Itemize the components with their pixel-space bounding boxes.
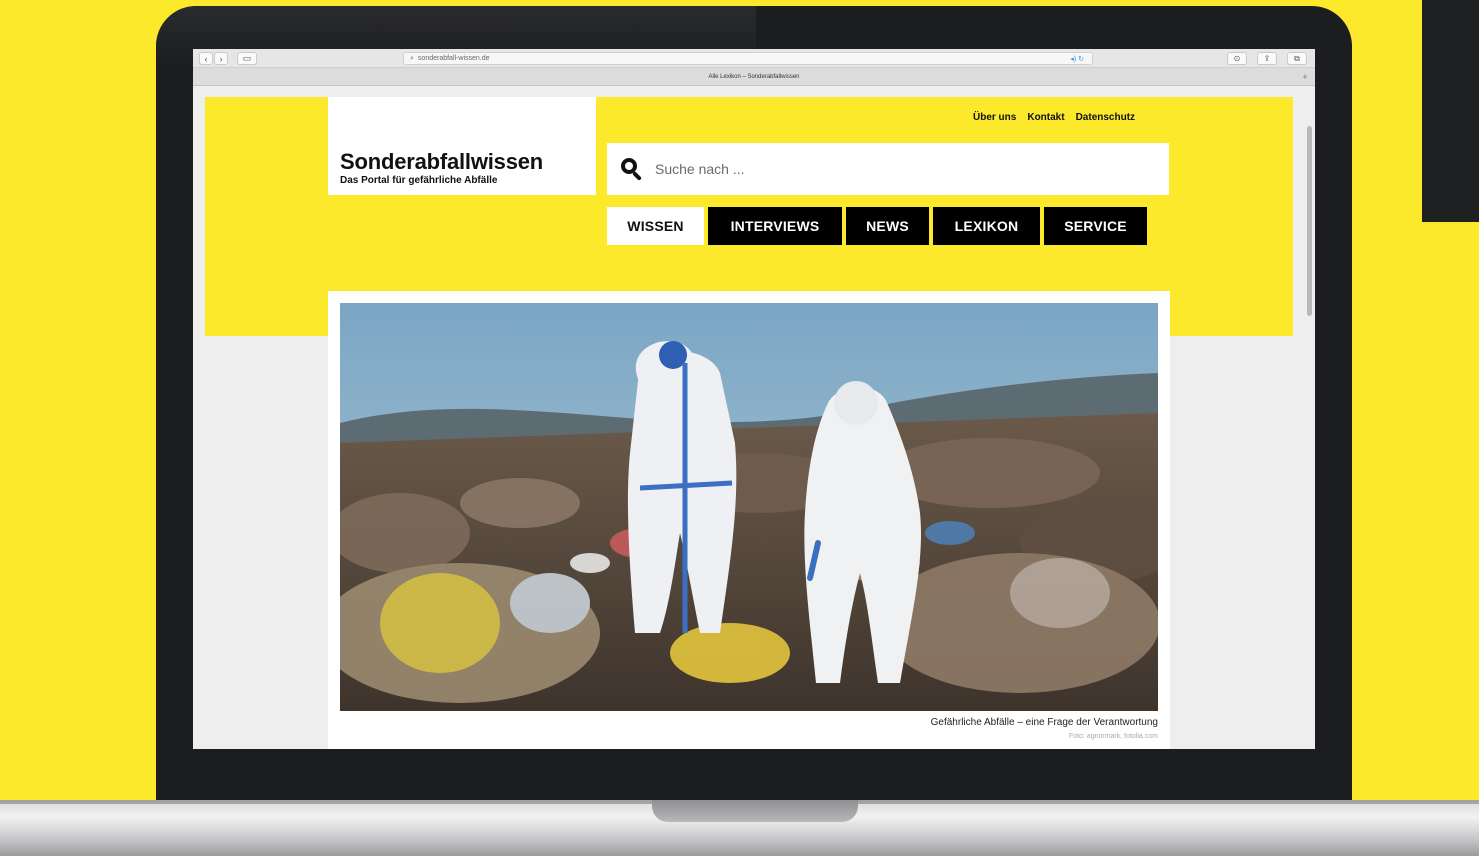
downloads-button[interactable]: ⊙: [1227, 52, 1247, 65]
nav-item-news[interactable]: NEWS: [846, 207, 929, 245]
url-text: sonderabfall-wissen.de: [417, 55, 490, 62]
browser-toolbar: ‹ › ▭ ⌕ sonderabfall-wissen.de ◂) ↻ ⊙ ⇪ …: [193, 49, 1315, 68]
hero-caption: Gefährliche Abfälle – eine Frage der Ver…: [930, 717, 1158, 728]
chevron-right-icon: ›: [219, 53, 223, 64]
search-box: [607, 143, 1169, 195]
logo-title: Sonderabfallwissen: [340, 149, 544, 174]
link-ueber-uns[interactable]: Über uns: [973, 112, 1016, 123]
laptop-screen: ‹ › ▭ ⌕ sonderabfall-wissen.de ◂) ↻ ⊙ ⇪ …: [193, 49, 1315, 749]
top-links: Über uns Kontakt Datenschutz: [973, 112, 1135, 123]
nav-item-lexikon[interactable]: LEXIKON: [933, 207, 1040, 245]
tabs-button[interactable]: ⧉: [1287, 52, 1307, 65]
plus-icon: +: [1302, 72, 1308, 82]
search-icon[interactable]: [621, 158, 643, 181]
nav-item-interviews[interactable]: INTERVIEWS: [708, 207, 842, 245]
new-tab-button[interactable]: +: [1299, 71, 1311, 83]
back-button[interactable]: ‹: [199, 52, 213, 65]
tab-title-text: Alle Lexikon – Sonderabfallwissen: [708, 74, 800, 80]
background-dark-panel: [1422, 0, 1479, 222]
page-scrollbar[interactable]: [1307, 126, 1312, 316]
sidebar-icon: ▭: [242, 53, 252, 63]
laptop-base-notch: [652, 800, 858, 822]
link-kontakt[interactable]: Kontakt: [1027, 112, 1064, 123]
search-input[interactable]: [655, 161, 1135, 177]
hero-image: [340, 303, 1158, 711]
tabs-icon: ⧉: [1294, 53, 1300, 63]
site-logo[interactable]: Sonderabfallwissen Das Portal für gefähr…: [328, 97, 596, 195]
share-button[interactable]: ⇪: [1257, 52, 1277, 65]
web-page: Sonderabfallwissen Das Portal für gefähr…: [193, 86, 1315, 749]
reload-icon[interactable]: ◂) ↻: [1070, 55, 1084, 63]
chevron-left-icon: ‹: [204, 53, 208, 64]
sidebar-toggle-button[interactable]: ▭: [237, 52, 257, 65]
search-small-icon: ⌕: [410, 54, 414, 62]
active-tab[interactable]: Alle Lexikon – Sonderabfallwissen: [193, 68, 1315, 86]
logo-subtitle: Das Portal für gefährliche Abfälle: [340, 175, 498, 186]
address-bar[interactable]: ⌕ sonderabfall-wissen.de ◂) ↻: [403, 52, 1093, 65]
nav-item-wissen[interactable]: WISSEN: [607, 207, 704, 245]
share-icon: ⇪: [1263, 54, 1271, 63]
download-icon: ⊙: [1233, 54, 1241, 63]
tab-bar: Alle Lexikon – Sonderabfallwissen +: [193, 68, 1315, 86]
article-card: Gefährliche Abfälle – eine Frage der Ver…: [328, 291, 1170, 749]
main-nav: WISSEN INTERVIEWS NEWS LEXIKON SERVICE: [607, 207, 1147, 245]
link-datenschutz[interactable]: Datenschutz: [1076, 112, 1135, 123]
hero-credit: Foto: agnormark, fotolia.com: [1068, 733, 1158, 740]
nav-item-service[interactable]: SERVICE: [1044, 207, 1147, 245]
forward-button[interactable]: ›: [214, 52, 228, 65]
